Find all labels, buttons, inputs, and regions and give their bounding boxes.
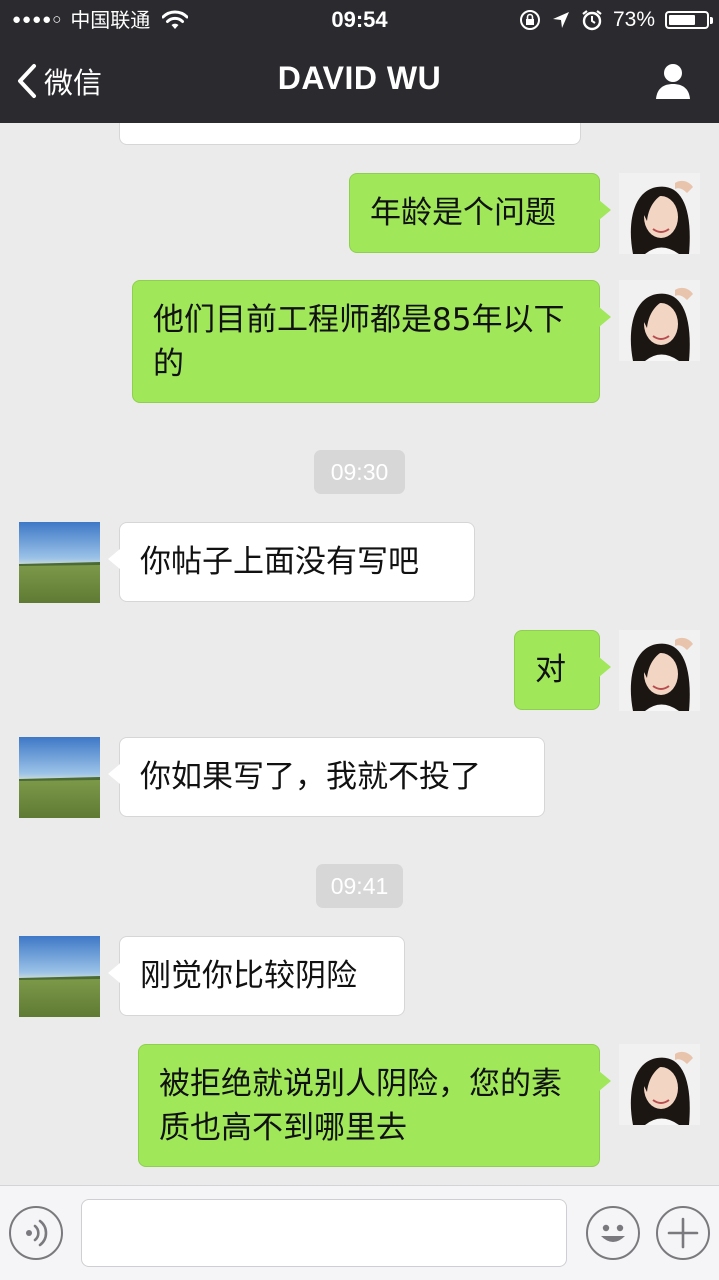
voice-icon [26,1219,48,1247]
top-bar: ●●●●○ 中国联通 09:54 73% 微信 DAVID WU [0,0,719,123]
message-bubble-outgoing[interactable]: 他们目前工程师都是85年以下的 [132,280,611,403]
message-bubble-outgoing[interactable]: 对 [514,630,611,710]
status-bar: ●●●●○ 中国联通 09:54 73% [0,0,719,40]
my-avatar[interactable] [619,1044,700,1125]
avatar-image [619,630,700,711]
location-icon [552,12,569,28]
more-button[interactable] [656,1206,710,1260]
emoji-button[interactable] [586,1206,640,1260]
contact-avatar[interactable] [19,936,100,1017]
avatar-image [619,1044,700,1125]
message-text: 刚觉你比较阴险 [140,958,357,994]
battery-fill [669,15,695,25]
message-bubble-incoming[interactable]: 你如果写了，我就不投了 [108,737,545,817]
my-avatar[interactable] [619,280,700,361]
avatar-image [19,936,100,1017]
message-text: 对 [535,652,566,688]
message-text: 他们目前工程师都是85年以下的 [153,302,565,382]
contact-profile-icon[interactable] [655,62,691,100]
avatar-image [19,522,100,603]
message-bubble-outgoing[interactable]: 年龄是个问题 [349,173,611,253]
navigation-bar: 微信 DAVID WU [0,40,719,123]
rotation-lock-icon [519,10,540,30]
contact-avatar[interactable] [19,737,100,818]
message-text: 你帖子上面没有写吧 [140,544,419,580]
message-text: 被拒绝就说别人阴险，您的素质也高不到哪里去 [159,1066,562,1146]
contact-avatar[interactable] [19,522,100,603]
avatar-image [19,737,100,818]
message-bubble-outgoing[interactable]: 被拒绝就说别人阴险，您的素质也高不到哪里去 [138,1044,611,1167]
plus-icon [667,1217,699,1249]
message-text: 你如果写了，我就不投了 [140,759,481,795]
chat-title: DAVID WU [277,60,442,96]
my-avatar[interactable] [619,173,700,254]
voice-button[interactable] [9,1206,63,1260]
message-input[interactable] [81,1199,567,1267]
chat-history[interactable]: 年龄是个问题 他们目前工程师都是85年以下的 09:30 你帖子上面没有写吧 对… [0,123,719,1185]
avatar-image [619,280,700,361]
message-bubble-incoming[interactable]: 你帖子上面没有写吧 [108,522,475,602]
message-timestamp: 09:41 [316,864,403,908]
alarm-icon [582,10,602,31]
my-avatar[interactable] [619,630,700,711]
battery-icon [665,11,713,29]
emoji-icon [601,1224,625,1242]
battery-percent: 73% [612,8,655,31]
message-text: 年龄是个问题 [370,195,556,231]
avatar-image [619,173,700,254]
message-bubble-incoming[interactable] [119,123,581,145]
input-bar [0,1185,719,1280]
message-bubble-incoming[interactable]: 刚觉你比较阴险 [108,936,405,1016]
message-timestamp: 09:30 [314,450,405,494]
